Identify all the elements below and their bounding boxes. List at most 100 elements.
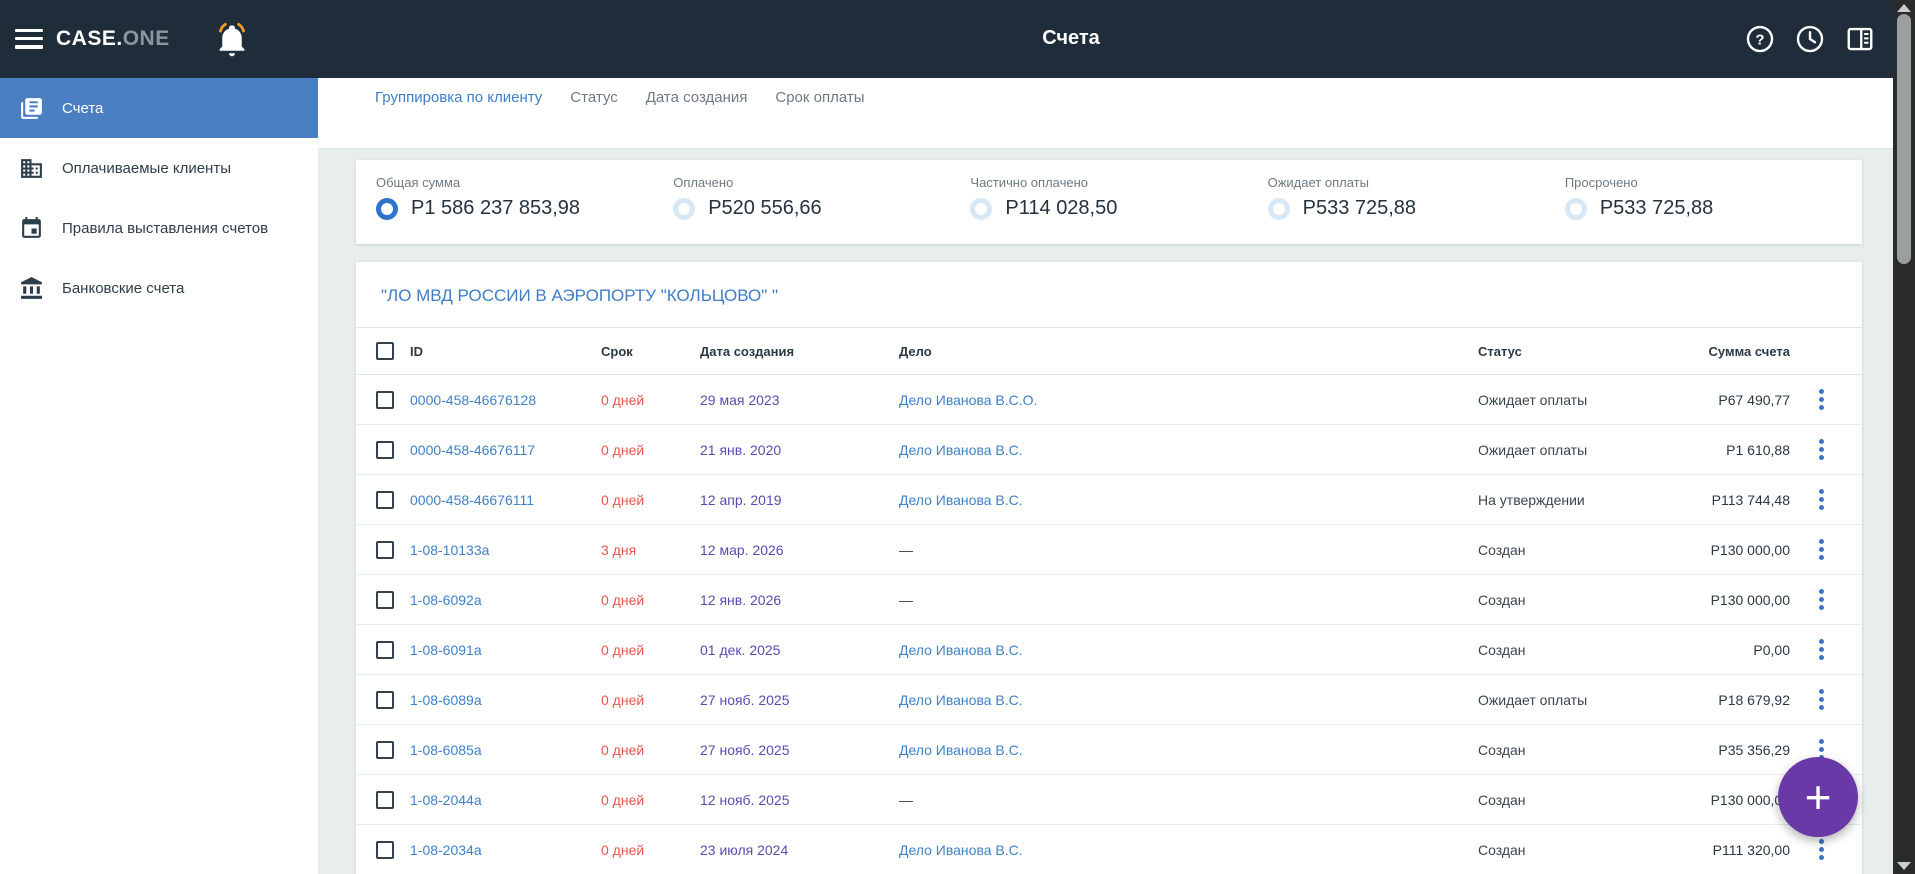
case-link[interactable]: — [899, 542, 1478, 558]
radio-icon[interactable] [1564, 197, 1587, 220]
created-date-cell: 12 нояб. 2025 [700, 791, 790, 808]
col-id: ID [410, 343, 423, 359]
radio-icon[interactable] [376, 197, 398, 220]
filter-tab[interactable]: Группировка по клиенту [375, 89, 542, 111]
invoice-id-link[interactable]: 0000-458-46676128 [410, 392, 601, 408]
kebab-menu-icon[interactable] [1818, 835, 1824, 864]
history-clock-icon[interactable] [1795, 24, 1825, 54]
amount-cell: Р113 744,48 [1711, 491, 1790, 508]
invoice-id-link[interactable]: 1-08-10133a [410, 542, 601, 558]
case-link[interactable]: Дело Иванова В.С.О. [899, 392, 1478, 408]
table-row: 1-08-6092a 0 дней 12 янв. 2026 — Создан … [356, 575, 1862, 625]
invoice-id-link[interactable]: 1-08-6092a [410, 592, 601, 608]
filter-tab[interactable]: Срок оплаты [775, 89, 864, 111]
invoice-id-link[interactable]: 1-08-2034a [410, 842, 601, 858]
status-cell: Ожидает оплаты [1478, 691, 1588, 708]
sidebar-item[interactable]: Счета [0, 78, 318, 138]
invoice-id-link[interactable]: 1-08-6085a [410, 742, 601, 758]
term-cell: 0 дней [601, 641, 645, 658]
created-date-cell: 12 янв. 2026 [700, 591, 782, 608]
term-cell: 0 дней [601, 741, 645, 758]
filter-tab[interactable]: Статус [570, 89, 617, 111]
scroll-down-arrow-icon[interactable] [1897, 862, 1911, 870]
main-area: Группировка по клиенту Статус Дата созда… [318, 78, 1893, 874]
filter-tab[interactable]: Дата создания [646, 89, 748, 111]
row-checkbox[interactable] [376, 590, 394, 609]
svg-text:?: ? [1755, 31, 1764, 48]
help-icon[interactable]: ? [1745, 24, 1775, 54]
status-cell: На утверждении [1478, 491, 1585, 508]
radio-icon[interactable] [673, 197, 696, 220]
kebab-menu-icon[interactable] [1818, 385, 1824, 414]
invoice-id-link[interactable]: 1-08-6089a [410, 692, 601, 708]
row-checkbox[interactable] [376, 790, 394, 809]
case-link[interactable]: Дело Иванова В.С. [899, 842, 1478, 858]
status-cell: Создан [1478, 541, 1526, 558]
summary-value: Р533 725,88 [1599, 197, 1714, 219]
radio-icon[interactable] [1267, 197, 1290, 220]
notifications-bell-icon[interactable] [214, 20, 250, 58]
sidebar: Счета Оплачиваемые клиенты Правила выста… [0, 78, 318, 874]
created-date-cell: 29 мая 2023 [700, 391, 780, 408]
case-link[interactable]: Дело Иванова В.С. [899, 492, 1478, 508]
sidebar-item[interactable]: Правила выставления счетов [0, 198, 318, 258]
row-checkbox[interactable] [376, 440, 394, 459]
summary-value: Р520 556,66 [708, 197, 822, 219]
status-cell: Ожидает оплаты [1478, 441, 1588, 458]
term-cell: 0 дней [601, 691, 645, 708]
table-row: 0000-458-46676128 0 дней 29 мая 2023 Дел… [356, 375, 1862, 425]
kebab-menu-icon[interactable] [1818, 435, 1824, 464]
amount-cell: Р111 320,00 [1712, 841, 1790, 858]
invoice-id-link[interactable]: 1-08-6091a [410, 642, 601, 658]
row-checkbox[interactable] [376, 840, 394, 859]
layout-panel-icon[interactable] [1845, 24, 1875, 54]
summary-value: Р533 725,88 [1302, 197, 1417, 219]
scrollbar-track[interactable] [1893, 0, 1915, 874]
sidebar-item-label: Оплачиваемые клиенты [62, 159, 231, 177]
row-checkbox[interactable] [376, 740, 394, 759]
kebab-menu-icon[interactable] [1818, 585, 1824, 614]
summary-label: Просрочено [1564, 175, 1638, 190]
amount-cell: Р130 000,00 [1710, 591, 1790, 608]
created-date-cell: 21 янв. 2020 [700, 441, 782, 458]
app-logo: CASE.ONE [56, 27, 170, 50]
case-link[interactable]: — [899, 592, 1478, 608]
select-all-checkbox[interactable] [376, 342, 394, 360]
row-checkbox[interactable] [376, 690, 394, 709]
table-row: 1-08-6089a 0 дней 27 нояб. 2025 Дело Ива… [356, 675, 1862, 725]
billable-clients-icon [18, 155, 44, 181]
row-checkbox[interactable] [376, 540, 394, 559]
row-checkbox[interactable] [376, 390, 394, 409]
scroll-up-arrow-icon[interactable] [1897, 4, 1911, 12]
add-invoice-fab[interactable]: + [1778, 757, 1858, 837]
sidebar-item[interactable]: Оплачиваемые клиенты [0, 138, 318, 198]
created-date-cell: 23 июля 2024 [700, 841, 789, 858]
billing-rules-icon [18, 215, 44, 241]
sidebar-item[interactable]: Банковские счета [0, 258, 318, 318]
status-cell: Создан [1478, 591, 1526, 608]
case-link[interactable]: Дело Иванова В.С. [899, 692, 1478, 708]
sidebar-item-label: Банковские счета [62, 279, 185, 297]
invoice-id-link[interactable]: 1-08-2044a [410, 792, 601, 808]
status-cell: Создан [1478, 741, 1526, 758]
scrollbar-thumb[interactable] [1897, 14, 1911, 264]
kebab-menu-icon[interactable] [1818, 485, 1824, 514]
invoice-id-link[interactable]: 0000-458-46676111 [410, 492, 601, 508]
row-checkbox[interactable] [376, 490, 394, 509]
case-link[interactable]: Дело Иванова В.С. [899, 642, 1478, 658]
status-cell: Создан [1478, 841, 1526, 858]
case-link[interactable]: Дело Иванова В.С. [899, 742, 1478, 758]
amount-cell: Р18 679,92 [1718, 691, 1790, 708]
invoice-id-link[interactable]: 0000-458-46676117 [410, 442, 601, 458]
menu-icon[interactable] [15, 29, 43, 49]
case-link[interactable]: — [899, 792, 1478, 808]
term-cell: 0 дней [601, 391, 645, 408]
case-link[interactable]: Дело Иванова В.С. [899, 442, 1478, 458]
kebab-menu-icon[interactable] [1818, 685, 1824, 714]
row-checkbox[interactable] [376, 640, 394, 659]
summary-label: Общая сумма [376, 175, 461, 190]
amount-cell: Р130 000,00 [1710, 541, 1790, 558]
kebab-menu-icon[interactable] [1818, 535, 1824, 564]
radio-icon[interactable] [970, 197, 993, 220]
kebab-menu-icon[interactable] [1818, 635, 1824, 664]
